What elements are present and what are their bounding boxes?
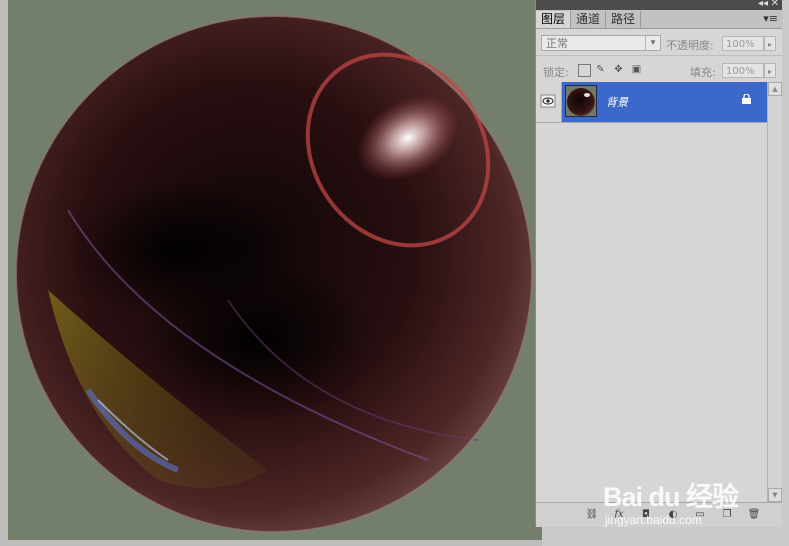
blend-mode-value: 正常 — [546, 37, 568, 50]
baidu-watermark: Bai du 经验 jingyan.baidu.com — [603, 461, 763, 546]
tab-paths[interactable]: 路径 — [606, 11, 642, 28]
watermark-url: jingyan.baidu.com — [605, 513, 702, 527]
lock-label: 锁定: — [543, 66, 569, 79]
edge-ruler — [782, 0, 789, 546]
tab-channels[interactable]: 通道 — [571, 11, 607, 28]
opacity-field[interactable]: 100% — [722, 36, 764, 51]
link-icon[interactable]: ⛓ — [585, 508, 599, 521]
layer-row[interactable]: 背景 — [536, 82, 767, 123]
opacity-slider-arrow-icon[interactable]: ▸ — [764, 36, 776, 51]
fill-slider-arrow-icon[interactable]: ▸ — [764, 63, 776, 78]
panel-menu-icon[interactable]: ▾≡ — [763, 12, 778, 25]
lock-all-icon[interactable]: ▣ — [631, 64, 642, 75]
blend-row: 正常 ▾ 不透明度: 100% ▸ — [536, 29, 782, 56]
layer-selected-area[interactable]: 背景 — [562, 82, 767, 122]
sphere-artwork — [15, 15, 533, 533]
panel-titlebar[interactable]: ◂◂ ✕ — [536, 0, 782, 10]
scroll-down-icon[interactable]: ▼ — [768, 488, 782, 502]
lock-transparent-pixels-icon[interactable] — [578, 64, 591, 77]
lock-image-pixels-icon[interactable]: ✎ — [595, 64, 606, 75]
lock-position-icon[interactable]: ✥ — [613, 64, 624, 75]
layers-panel: ◂◂ ✕ 图层 通道 路径 ▾≡ 正常 ▾ 不透明度: 100% ▸ 锁定: ✎… — [535, 0, 783, 527]
watermark-logo: Bai du 经验 — [603, 482, 739, 512]
layer-list: 背景 — [536, 82, 767, 502]
scroll-up-icon[interactable]: ▲ — [768, 82, 782, 96]
visibility-toggle[interactable] — [536, 82, 562, 122]
lock-icon — [742, 94, 751, 104]
fill-field[interactable]: 100% — [722, 63, 764, 78]
layer-thumbnail — [565, 85, 597, 117]
tab-layers[interactable]: 图层 — [536, 11, 572, 28]
blend-mode-select[interactable]: 正常 ▾ — [541, 35, 661, 51]
close-icon[interactable]: ✕ — [771, 0, 779, 10]
eye-icon[interactable] — [536, 82, 561, 122]
lock-row: 锁定: ✎ ✥ ▣ 填充: 100% ▸ — [536, 56, 782, 84]
fill-label: 填充: — [690, 66, 716, 79]
layer-name[interactable]: 背景 — [606, 94, 628, 110]
chevron-down-icon[interactable]: ▾ — [645, 36, 660, 50]
document-canvas[interactable] — [8, 0, 542, 540]
opacity-label: 不透明度: — [666, 39, 714, 52]
panel-tabs: 图层 通道 路径 ▾≡ — [536, 10, 782, 29]
double-chevron-left-icon[interactable]: ◂◂ — [758, 0, 768, 10]
layer-list-scrollbar[interactable]: ▲ ▼ — [767, 82, 782, 502]
